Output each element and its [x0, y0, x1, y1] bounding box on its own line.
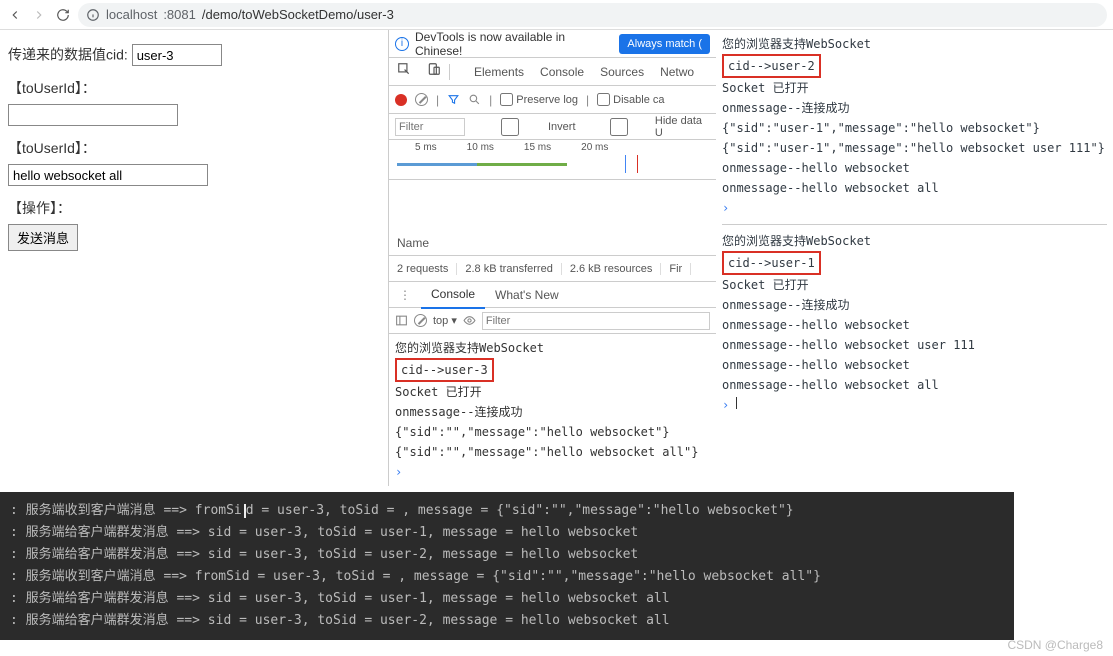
filter-bar: Invert Hide data U [389, 114, 716, 140]
tab-elements[interactable]: Elements [466, 58, 532, 86]
console-line: 您的浏览器支持WebSocket [722, 34, 1107, 54]
url-port: :8081 [163, 7, 196, 22]
tab-network[interactable]: Netwo [652, 58, 702, 86]
url-path: /demo/toWebSocketDemo/user-3 [202, 7, 394, 22]
touserid-label-1: 【toUserId】： [8, 78, 380, 98]
terminal-line: : 服务端收到客户端消息 ==> fromSid = user-3, toSid… [10, 566, 1004, 588]
banner-text: DevTools is now available in Chinese! [415, 30, 613, 58]
console-line: cid-->user-2 [722, 54, 1107, 78]
devtools-panel: i DevTools is now available in Chinese! … [388, 30, 716, 486]
devtools-tabs: Elements Console Sources Netwo [389, 58, 716, 86]
back-icon[interactable] [6, 6, 24, 24]
info-icon: i [395, 37, 409, 51]
console-sidebar-icon[interactable] [395, 314, 408, 327]
stats-bar: 2 requests 2.8 kB transferred 2.6 kB res… [389, 256, 716, 282]
prompt-icon[interactable]: › [722, 398, 729, 412]
drawer-tab-console[interactable]: Console [421, 281, 485, 309]
filter-icon[interactable] [447, 93, 460, 106]
console-line: 您的浏览器支持WebSocket [395, 338, 710, 358]
banner-button[interactable]: Always match ( [619, 34, 710, 54]
record-icon[interactable] [395, 94, 407, 106]
name-header[interactable]: Name [389, 230, 716, 256]
page-content: 传递来的数据值cid: 【toUserId】： 【toUserId】： 【操作】… [0, 30, 388, 265]
forward-icon[interactable] [30, 6, 48, 24]
context-selector[interactable]: top ▾ [433, 314, 457, 327]
console-line: cid-->user-3 [395, 358, 710, 382]
device-icon[interactable] [419, 58, 449, 86]
cid-label: 传递来的数据值cid: [8, 47, 128, 63]
clear-icon[interactable] [415, 93, 428, 106]
console-clear-icon[interactable] [414, 314, 427, 327]
console-line: Socket 已打开 [395, 382, 710, 402]
prompt-icon[interactable]: › [395, 465, 402, 479]
console-line: onmessage--连接成功 [395, 402, 710, 422]
right-consoles: 您的浏览器支持WebSocketcid-->user-2Socket 已打开on… [716, 30, 1113, 419]
terminal-line: : 服务端收到客户端消息 ==> fromSid = user-3, toSid… [10, 500, 1004, 522]
waterfall[interactable]: 5 ms 10 ms 15 ms 20 ms [389, 140, 716, 180]
url-host: localhost [106, 7, 157, 22]
filter-input[interactable] [395, 118, 465, 136]
eye-icon[interactable] [463, 314, 476, 327]
prompt-icon[interactable]: › [722, 201, 729, 215]
preserve-log-checkbox[interactable]: Preserve log [500, 93, 578, 106]
console-line: onmessage--hello websocket [722, 315, 1107, 335]
terminal-line: : 服务端给客户端群发消息 ==> sid = user-3, toSid = … [10, 544, 1004, 566]
console-filter-bar: top ▾ [389, 308, 716, 334]
console-line: Socket 已打开 [722, 78, 1107, 98]
terminal-line: : 服务端给客户端群发消息 ==> sid = user-3, toSid = … [10, 588, 1004, 610]
console-line: {"sid":"","message":"hello websocket all… [395, 442, 710, 462]
hide-data-checkbox[interactable]: Hide data U [586, 115, 710, 139]
drawer-tab-whatsnew[interactable]: What's New [485, 282, 569, 308]
console-line: {"sid":"user-1","message":"hello websock… [722, 138, 1107, 158]
console-line: Socket 已打开 [722, 275, 1107, 295]
terminal-line: : 服务端给客户端群发消息 ==> sid = user-3, toSid = … [10, 522, 1004, 544]
console-line: {"sid":"user-1","message":"hello websock… [722, 118, 1107, 138]
reload-icon[interactable] [54, 6, 72, 24]
console-line: onmessage--hello websocket user 111 [722, 335, 1107, 355]
devtools-banner: i DevTools is now available in Chinese! … [389, 30, 716, 58]
drawer-tabs: ⋮ Console What's New [389, 282, 716, 308]
send-button[interactable]: 发送消息 [8, 224, 78, 251]
touserid-input-1[interactable] [8, 104, 178, 126]
console-line: onmessage--hello websocket all [722, 375, 1107, 395]
console-filter-input[interactable] [482, 312, 710, 330]
console-output: 您的浏览器支持WebSocketcid-->user-3Socket 已打开on… [389, 334, 716, 486]
console-line: {"sid":"","message":"hello websocket"} [395, 422, 710, 442]
disable-cache-checkbox[interactable]: Disable ca [597, 93, 664, 106]
cid-input[interactable] [132, 44, 222, 66]
operation-label: 【操作】： [8, 198, 380, 218]
console-line: 您的浏览器支持WebSocket [722, 231, 1107, 251]
network-toolbar: | | Preserve log | Disable ca [389, 86, 716, 114]
browser-toolbar: localhost :8081/demo/toWebSocketDemo/user… [0, 0, 1113, 30]
search-icon[interactable] [468, 93, 481, 106]
console-line: cid-->user-1 [722, 251, 1107, 275]
server-terminal: : 服务端收到客户端消息 ==> fromSid = user-3, toSid… [0, 492, 1014, 640]
address-bar[interactable]: localhost :8081/demo/toWebSocketDemo/user… [78, 3, 1107, 27]
watermark: CSDN @Charge8 [1007, 638, 1103, 652]
site-info-icon [86, 8, 100, 22]
console-line: onmessage--hello websocket [722, 158, 1107, 178]
invert-checkbox[interactable]: Invert [475, 118, 576, 136]
console-line: onmessage--连接成功 [722, 295, 1107, 315]
console-line: onmessage--hello websocket [722, 355, 1107, 375]
tab-sources[interactable]: Sources [592, 58, 652, 86]
terminal-line: : 服务端给客户端群发消息 ==> sid = user-3, toSid = … [10, 610, 1004, 632]
touserid-label-2: 【toUserId】： [8, 138, 380, 158]
console-line: onmessage--hello websocket all [722, 178, 1107, 198]
message-input[interactable] [8, 164, 208, 186]
drawer-menu-icon[interactable]: ⋮ [389, 282, 421, 308]
console-line: onmessage--连接成功 [722, 98, 1107, 118]
tab-console[interactable]: Console [532, 58, 592, 86]
inspect-icon[interactable] [389, 58, 419, 86]
